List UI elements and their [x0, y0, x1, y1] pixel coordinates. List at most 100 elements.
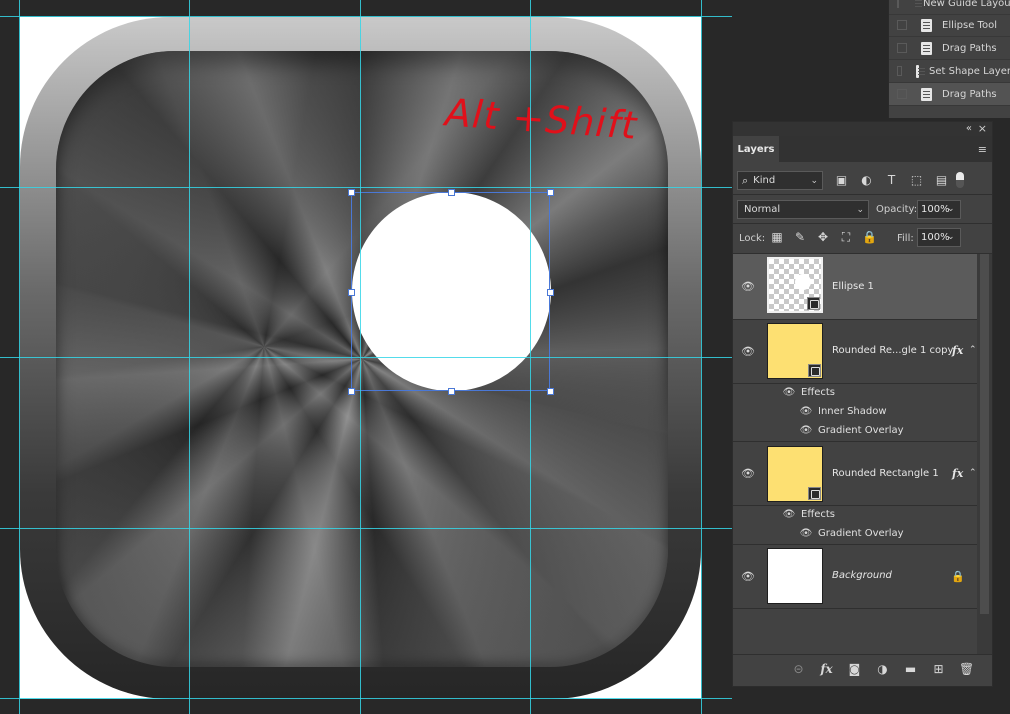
- effect-eye-icon[interactable]: 👁: [799, 528, 813, 540]
- new-adjustment-layer-icon[interactable]: ◑: [875, 661, 890, 677]
- visibility-eye-icon[interactable]: 👁: [741, 281, 755, 293]
- layer-thumbnail[interactable]: [767, 323, 823, 379]
- panel-menu-icon[interactable]: ≡: [978, 143, 987, 156]
- horizontal-guide[interactable]: [0, 528, 732, 529]
- chevron-up-icon[interactable]: ⌃: [969, 468, 977, 478]
- visibility-eye-icon[interactable]: 👁: [741, 571, 755, 583]
- layer-name[interactable]: Background: [832, 570, 892, 581]
- layer-thumbnail[interactable]: [767, 257, 823, 313]
- opacity-chevron-icon[interactable]: ⌄: [947, 204, 955, 214]
- panel-header: « ×: [733, 122, 992, 136]
- layer-lock-icon[interactable]: 🔒: [951, 570, 965, 583]
- history-item[interactable]: New Guide Layout: [889, 0, 1010, 15]
- layers-scrollbar[interactable]: [977, 254, 992, 654]
- fill-chevron-icon[interactable]: ⌄: [947, 232, 955, 242]
- history-item-active[interactable]: Drag Paths: [889, 83, 1010, 106]
- lock-all-icon[interactable]: 🔒: [862, 229, 877, 245]
- handle-top-right[interactable]: [547, 189, 554, 196]
- filter-icon-group: ▣ ◐ T ⬚ ▤: [833, 172, 950, 189]
- history-snapshot-checkbox[interactable]: [897, 0, 899, 8]
- effects-group-row[interactable]: 👁 Effects: [733, 384, 977, 403]
- filter-kind-select[interactable]: ⌕ Kind ⌄: [737, 171, 823, 190]
- history-item-label: Set Shape Layer: [929, 65, 1010, 77]
- layer-name[interactable]: Ellipse 1: [832, 281, 874, 292]
- effect-eye-icon[interactable]: 👁: [799, 406, 813, 418]
- horizontal-guide[interactable]: [0, 698, 732, 699]
- collapse-panel-icon[interactable]: «: [966, 123, 972, 134]
- history-item[interactable]: Set Shape Layer: [889, 60, 1010, 83]
- effects-eye-icon[interactable]: 👁: [782, 387, 796, 399]
- ellipse-thumb-shape: [795, 274, 811, 290]
- layer-row-ellipse-1[interactable]: 👁 Ellipse 1: [733, 254, 977, 320]
- history-state-icon: [921, 87, 932, 101]
- history-item[interactable]: Ellipse Tool: [889, 14, 1010, 37]
- effect-label: Gradient Overlay: [818, 528, 904, 539]
- delete-layer-icon[interactable]: 🗑: [959, 661, 974, 677]
- filter-kind-label: Kind: [753, 175, 776, 186]
- horizontal-guide[interactable]: [0, 357, 732, 358]
- handle-top-left[interactable]: [348, 189, 355, 196]
- adjustment-filter-icon[interactable]: ◐: [858, 172, 875, 189]
- link-layers-icon[interactable]: ⊝: [791, 661, 806, 677]
- fx-icon[interactable]: fx: [952, 467, 963, 480]
- effect-row-gradient-overlay[interactable]: 👁 Gradient Overlay: [733, 525, 977, 545]
- lock-artboard-icon[interactable]: ⛶: [839, 229, 853, 245]
- handle-bottom-right[interactable]: [547, 388, 554, 395]
- filter-toggle[interactable]: [956, 172, 964, 188]
- effect-eye-icon[interactable]: 👁: [799, 425, 813, 437]
- effect-row-inner-shadow[interactable]: 👁 Inner Shadow: [733, 403, 977, 422]
- lock-image-pixels-icon[interactable]: ✎: [793, 229, 807, 245]
- effect-row-gradient-overlay[interactable]: 👁 Gradient Overlay: [733, 422, 977, 442]
- blend-mode-select[interactable]: Normal ⌄: [737, 200, 869, 219]
- layer-thumbnail[interactable]: [767, 446, 823, 502]
- vector-shape-badge-icon: [807, 297, 820, 310]
- handle-bottom-left[interactable]: [348, 388, 355, 395]
- handle-bottom-center[interactable]: [448, 388, 455, 395]
- visibility-eye-icon[interactable]: 👁: [741, 346, 755, 358]
- history-item-label: New Guide Layout: [923, 0, 1010, 9]
- history-panel: New Guide Layout Ellipse Tool Drag Paths…: [888, 0, 1010, 118]
- add-layer-style-icon[interactable]: fx: [819, 661, 834, 677]
- layer-row-background[interactable]: 👁 Background 🔒: [733, 545, 977, 609]
- search-icon: ⌕: [742, 173, 749, 187]
- handle-top-center[interactable]: [448, 189, 455, 196]
- history-state-icon: [921, 41, 932, 55]
- history-snapshot-checkbox[interactable]: [897, 66, 902, 76]
- lock-position-icon[interactable]: ✥: [816, 229, 830, 245]
- blend-mode-value: Normal: [744, 204, 781, 215]
- divider: [733, 194, 992, 195]
- smart-object-filter-icon[interactable]: ▤: [933, 172, 950, 189]
- effects-eye-icon[interactable]: 👁: [782, 509, 796, 521]
- horizontal-guide[interactable]: [0, 16, 732, 17]
- history-snapshot-checkbox[interactable]: [897, 20, 907, 30]
- layer-row-rounded-rectangle-1[interactable]: 👁 Rounded Rectangle 1 fx ⌃: [733, 442, 977, 506]
- history-snapshot-checkbox[interactable]: [897, 89, 907, 99]
- fx-icon[interactable]: fx: [952, 344, 963, 357]
- scrollbar-thumb[interactable]: [980, 254, 989, 614]
- layer-name[interactable]: Rounded Re...gle 1 copy: [832, 345, 953, 356]
- layers-panel: « × Layers ≡ ⌕ Kind ⌄ ▣ ◐ T ⬚ ▤ Normal ⌄…: [732, 121, 993, 687]
- lock-transparent-pixels-icon[interactable]: ▦: [770, 229, 784, 245]
- tab-layers[interactable]: Layers: [733, 136, 779, 162]
- path-selection-bounding-box[interactable]: [348, 189, 554, 395]
- horizontal-guide[interactable]: [0, 187, 732, 188]
- effects-group-row[interactable]: 👁 Effects: [733, 506, 977, 525]
- type-filter-icon[interactable]: T: [883, 172, 900, 189]
- new-layer-icon[interactable]: ⊞: [931, 661, 946, 677]
- history-snapshot-checkbox[interactable]: [897, 43, 907, 53]
- chevron-down-icon: ⌄: [810, 175, 818, 186]
- chevron-up-icon[interactable]: ⌃: [969, 345, 977, 355]
- new-group-icon[interactable]: ▬: [903, 661, 918, 677]
- handle-middle-left[interactable]: [348, 289, 355, 296]
- history-item-label: Ellipse Tool: [942, 19, 997, 31]
- add-mask-icon[interactable]: ◙: [847, 661, 862, 677]
- pixel-filter-icon[interactable]: ▣: [833, 172, 850, 189]
- layer-thumbnail[interactable]: [767, 548, 823, 604]
- shape-filter-icon[interactable]: ⬚: [908, 172, 925, 189]
- visibility-eye-icon[interactable]: 👁: [741, 468, 755, 480]
- layer-row-rounded-rectangle-copy[interactable]: 👁 Rounded Re...gle 1 copy fx ⌃: [733, 320, 977, 384]
- handle-middle-right[interactable]: [547, 289, 554, 296]
- close-panel-icon[interactable]: ×: [978, 122, 987, 135]
- layer-name[interactable]: Rounded Rectangle 1: [832, 468, 939, 479]
- history-item[interactable]: Drag Paths: [889, 37, 1010, 60]
